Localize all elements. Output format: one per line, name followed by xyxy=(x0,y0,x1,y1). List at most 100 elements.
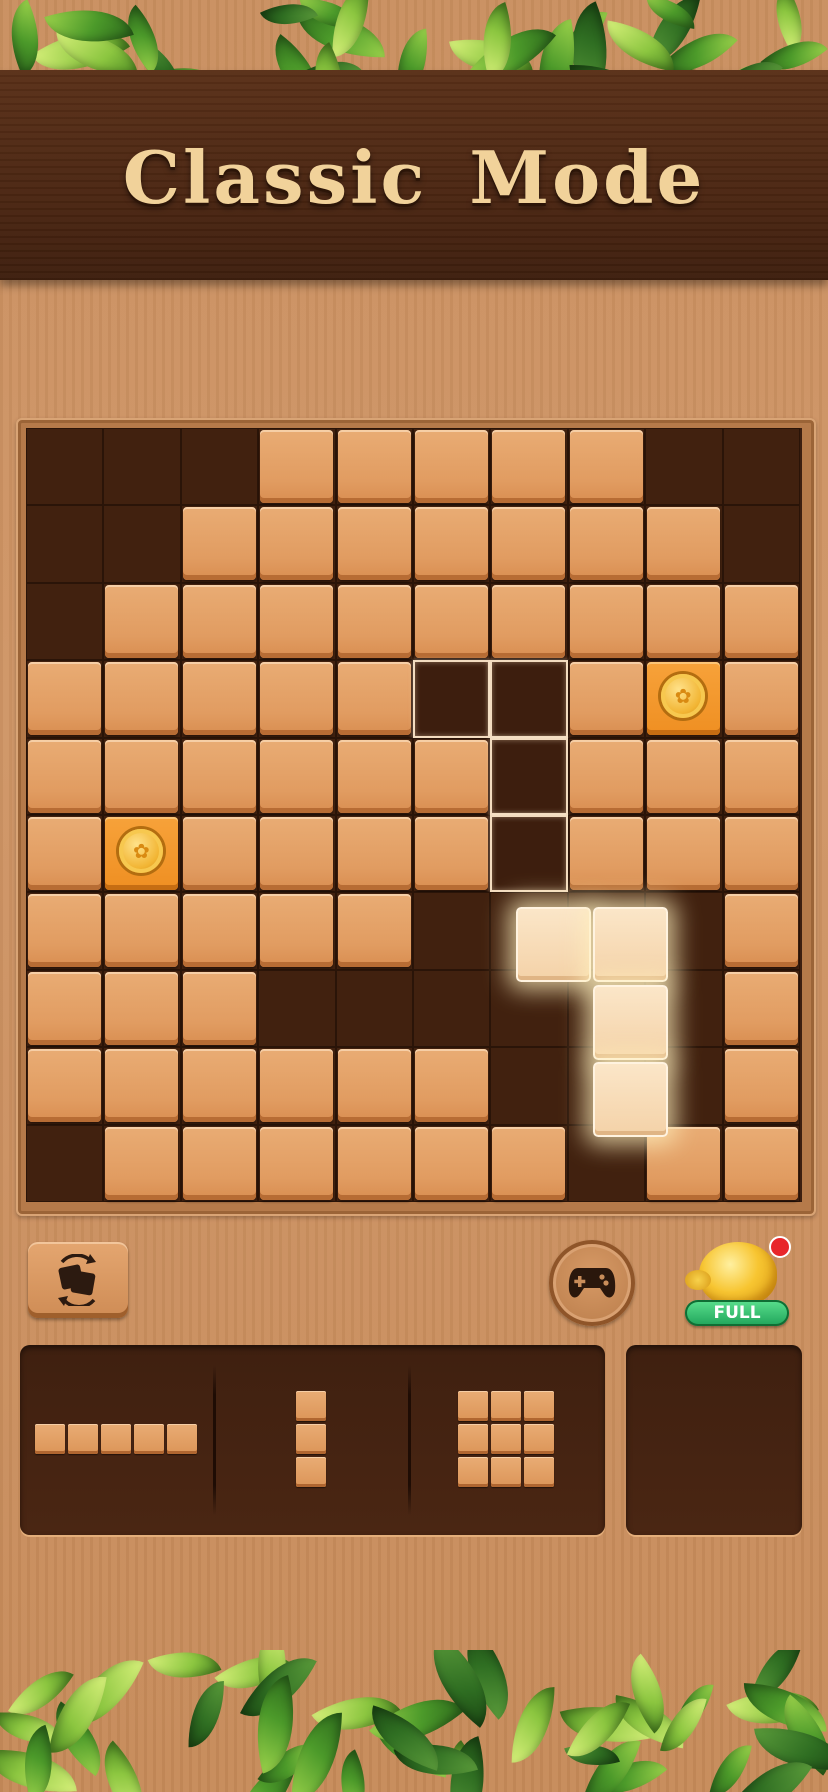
rotate-button[interactable] xyxy=(28,1242,128,1318)
wood-block xyxy=(337,1126,411,1200)
wood-block xyxy=(569,430,643,503)
rotate-icon xyxy=(58,1254,96,1306)
wood-block xyxy=(182,894,256,968)
bottom-leaves-decoration xyxy=(0,1650,828,1792)
wood-block xyxy=(724,1049,798,1123)
wood-block xyxy=(105,971,179,1045)
wood-block xyxy=(337,584,411,658)
empty-cell xyxy=(26,1124,104,1202)
placement-hint-cell xyxy=(490,737,568,815)
piece-block xyxy=(524,1456,554,1487)
empty-cell xyxy=(413,969,491,1048)
wood-block xyxy=(105,584,179,658)
wood-block xyxy=(415,1126,488,1200)
wood-block xyxy=(182,507,256,581)
wood-block xyxy=(105,739,179,813)
wood-block xyxy=(337,430,411,503)
piggy-bank-button[interactable]: FULL xyxy=(683,1236,793,1332)
dragged-piece-block[interactable] xyxy=(593,907,669,983)
wood-block xyxy=(260,817,334,890)
wood-block xyxy=(182,817,256,890)
wood-block xyxy=(647,1126,721,1200)
wood-block xyxy=(260,894,334,968)
piece-block xyxy=(167,1423,197,1454)
placement-hint-cell xyxy=(413,660,491,738)
piggy-bank-icon xyxy=(699,1242,777,1306)
wood-block xyxy=(260,584,334,658)
wood-block xyxy=(647,584,721,658)
piece-block xyxy=(35,1423,65,1454)
empty-cell xyxy=(103,505,181,583)
wood-block xyxy=(647,739,721,813)
wood-block xyxy=(105,894,179,968)
dragged-piece-block[interactable] xyxy=(515,907,591,983)
piece-3x3-square[interactable] xyxy=(410,1345,605,1535)
wood-block xyxy=(337,1049,411,1123)
wood-block xyxy=(337,662,411,736)
wood-block xyxy=(28,971,101,1045)
wood-block xyxy=(492,507,566,581)
page-title: Classic Mode xyxy=(122,135,706,220)
wood-block xyxy=(724,971,798,1045)
wood-block xyxy=(569,584,643,658)
wood-block xyxy=(724,662,798,736)
empty-cell xyxy=(722,505,800,583)
wood-block xyxy=(724,817,798,890)
wood-block xyxy=(28,817,101,890)
empty-cell xyxy=(645,428,723,506)
empty-cell xyxy=(722,428,800,506)
piece-block xyxy=(134,1423,164,1454)
piece-block xyxy=(491,1456,521,1487)
wood-block xyxy=(28,1049,101,1123)
wood-block xyxy=(415,817,488,890)
wood-block xyxy=(415,1049,488,1123)
game-board[interactable]: ✿ ✿ xyxy=(26,428,802,1202)
wood-block xyxy=(724,894,798,968)
piece-block xyxy=(296,1456,326,1487)
wood-block xyxy=(415,430,488,503)
dragged-piece-block[interactable] xyxy=(593,1062,669,1138)
piece-1x5-horizontal[interactable] xyxy=(20,1345,215,1535)
empty-cell xyxy=(413,892,491,970)
full-badge: FULL xyxy=(685,1300,789,1326)
notification-dot xyxy=(769,1236,791,1258)
empty-cell xyxy=(490,1047,568,1125)
wood-block xyxy=(182,739,256,813)
coin-block: ✿ xyxy=(647,662,721,736)
piece-block xyxy=(524,1390,554,1421)
wood-block xyxy=(569,817,643,890)
wood-block xyxy=(260,1126,334,1200)
empty-cell xyxy=(26,505,104,583)
piece-block xyxy=(491,1390,521,1421)
wood-block xyxy=(492,584,566,658)
piggy-snout xyxy=(685,1270,711,1290)
games-button[interactable] xyxy=(549,1240,635,1326)
wood-block xyxy=(28,739,101,813)
empty-cell xyxy=(103,428,181,506)
dragged-piece-block[interactable] xyxy=(593,984,669,1060)
wood-block xyxy=(337,507,411,581)
wood-block xyxy=(105,662,179,736)
wood-block xyxy=(182,1049,256,1123)
wood-block xyxy=(260,739,334,813)
wood-block xyxy=(182,1126,256,1200)
wood-block xyxy=(415,507,488,581)
piece-3x1-vertical[interactable] xyxy=(215,1345,410,1535)
wood-block xyxy=(28,662,101,736)
wood-block xyxy=(569,739,643,813)
empty-cell xyxy=(258,969,336,1048)
wood-block xyxy=(337,817,411,890)
gamepad-icon xyxy=(568,1268,616,1298)
piece-block xyxy=(296,1390,326,1421)
wood-block xyxy=(569,662,643,736)
piece-block xyxy=(491,1423,521,1454)
clover-coin-icon: ✿ xyxy=(119,829,164,873)
piece-block xyxy=(458,1423,488,1454)
placement-hint-cell xyxy=(490,815,568,893)
wood-block xyxy=(182,662,256,736)
piece-block xyxy=(296,1423,326,1454)
leaf-decoration xyxy=(709,1739,752,1792)
extra-piece-slot[interactable] xyxy=(626,1345,802,1535)
wood-block xyxy=(569,507,643,581)
empty-cell xyxy=(26,428,104,506)
